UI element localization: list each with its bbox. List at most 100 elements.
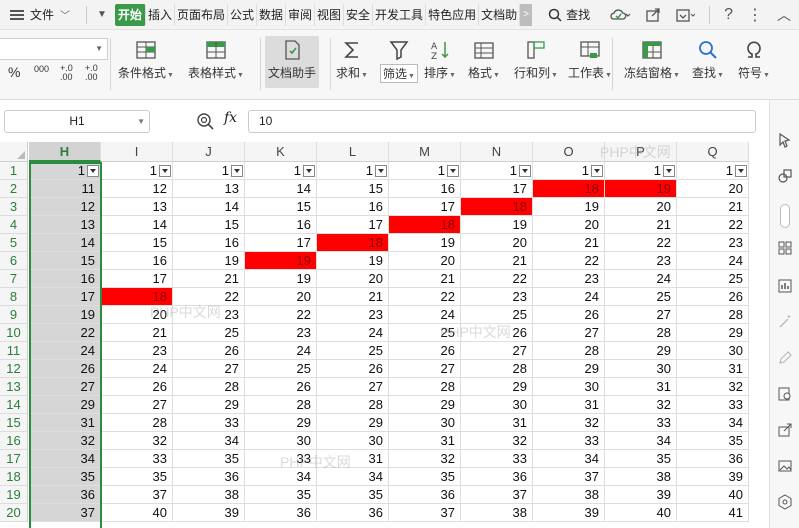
column-header-n[interactable]: N [461,142,533,162]
cell-k17[interactable]: 33 [245,450,317,468]
cell-i6[interactable]: 16 [101,252,173,270]
help-icon[interactable]: ? [724,6,733,24]
sidebar-scrollbar[interactable] [780,204,790,228]
cell-n15[interactable]: 31 [461,414,533,432]
cell-l13[interactable]: 27 [317,378,389,396]
cell-n18[interactable]: 36 [461,468,533,486]
cell-l6[interactable]: 19 [317,252,389,270]
cell-o18[interactable]: 37 [533,468,605,486]
cell-m8[interactable]: 22 [389,288,461,306]
row-header[interactable]: 1 [0,162,28,180]
cell-k9[interactable]: 22 [245,306,317,324]
filter-dropdown-icon[interactable] [159,165,171,177]
cell-k19[interactable]: 35 [245,486,317,504]
cell-m16[interactable]: 31 [389,432,461,450]
cell-o3[interactable]: 19 [533,198,605,216]
search-button[interactable]: 查找 [548,6,590,23]
cell-n4[interactable]: 19 [461,216,533,234]
cell-l4[interactable]: 17 [317,216,389,234]
cell-o14[interactable]: 31 [533,396,605,414]
cell-l16[interactable]: 30 [317,432,389,450]
cell-j3[interactable]: 14 [173,198,245,216]
cell-m3[interactable]: 17 [389,198,461,216]
tab-5[interactable]: 审阅 [286,3,316,26]
rows-cols-button[interactable]: 行和列▼ [514,36,558,81]
tab-6[interactable]: 视图 [315,3,345,26]
cell-q4[interactable]: 22 [677,216,749,234]
cell-m1[interactable]: 1 [389,162,461,180]
row-header[interactable]: 5 [0,234,28,252]
cell-p12[interactable]: 30 [605,360,677,378]
cell-i3[interactable]: 13 [101,198,173,216]
column-header-k[interactable]: K [245,142,317,162]
cell-i9[interactable]: 20 [101,306,173,324]
cell-i4[interactable]: 14 [101,216,173,234]
cell-k14[interactable]: 28 [245,396,317,414]
cell-q16[interactable]: 35 [677,432,749,450]
sort-button[interactable]: A Z 排序▼ [424,36,456,81]
cell-p3[interactable]: 20 [605,198,677,216]
cell-h6[interactable]: 15 [29,252,101,270]
filter-dropdown-icon[interactable] [231,165,243,177]
cell-h14[interactable]: 29 [29,396,101,414]
row-header[interactable]: 13 [0,378,28,396]
cell-m18[interactable]: 35 [389,468,461,486]
cell-q17[interactable]: 36 [677,450,749,468]
cell-i12[interactable]: 24 [101,360,173,378]
cell-o4[interactable]: 20 [533,216,605,234]
row-header[interactable]: 6 [0,252,28,270]
symbol-button[interactable]: 符号▼ [738,36,770,81]
apps-grid-icon[interactable] [777,240,793,256]
cell-m6[interactable]: 20 [389,252,461,270]
cell-m4[interactable]: 18 [389,216,461,234]
cell-k5[interactable]: 17 [245,234,317,252]
cell-o2[interactable]: 18 [533,180,605,198]
filter-dropdown-icon[interactable] [519,165,531,177]
cell-q2[interactable]: 20 [677,180,749,198]
cell-k1[interactable]: 1 [245,162,317,180]
cell-i14[interactable]: 27 [101,396,173,414]
cell-h2[interactable]: 11 [29,180,101,198]
chart-icon[interactable] [777,278,793,294]
cell-n6[interactable]: 21 [461,252,533,270]
shapes-icon[interactable] [777,168,793,184]
cell-j19[interactable]: 38 [173,486,245,504]
cell-h3[interactable]: 12 [29,198,101,216]
cell-i16[interactable]: 32 [101,432,173,450]
table-style-button[interactable]: 表格样式▼ [188,36,244,81]
file-menu[interactable]: 文件 ﹀ [30,6,70,23]
row-header[interactable]: 4 [0,216,28,234]
document-search-icon[interactable] [777,386,793,402]
tab-10[interactable]: 文档助 [479,3,521,26]
cell-j5[interactable]: 16 [173,234,245,252]
cell-h16[interactable]: 32 [29,432,101,450]
tabs-more-button[interactable]: > [520,3,533,26]
conditional-format-button[interactable]: 条件格式▼ [118,36,174,81]
cell-m11[interactable]: 26 [389,342,461,360]
cell-l2[interactable]: 15 [317,180,389,198]
cell-i11[interactable]: 23 [101,342,173,360]
column-header-j[interactable]: J [173,142,245,162]
cell-k15[interactable]: 29 [245,414,317,432]
cell-p8[interactable]: 25 [605,288,677,306]
cell-h18[interactable]: 35 [29,468,101,486]
cell-k10[interactable]: 23 [245,324,317,342]
cell-m12[interactable]: 27 [389,360,461,378]
filter-dropdown-icon[interactable] [87,165,99,177]
cell-j17[interactable]: 35 [173,450,245,468]
filter-dropdown-icon[interactable] [303,165,315,177]
collapse-ribbon-icon[interactable]: ︿ [777,5,791,25]
cell-q11[interactable]: 30 [677,342,749,360]
column-header-o[interactable]: O [533,142,605,162]
filter-dropdown-icon[interactable] [735,165,747,177]
row-header[interactable]: 2 [0,180,28,198]
cell-q18[interactable]: 39 [677,468,749,486]
cell-k3[interactable]: 15 [245,198,317,216]
cell-p9[interactable]: 27 [605,306,677,324]
select-all-corner[interactable] [0,142,28,162]
cell-n8[interactable]: 23 [461,288,533,306]
cell-l12[interactable]: 26 [317,360,389,378]
cell-n17[interactable]: 33 [461,450,533,468]
cell-i5[interactable]: 15 [101,234,173,252]
cell-m10[interactable]: 25 [389,324,461,342]
